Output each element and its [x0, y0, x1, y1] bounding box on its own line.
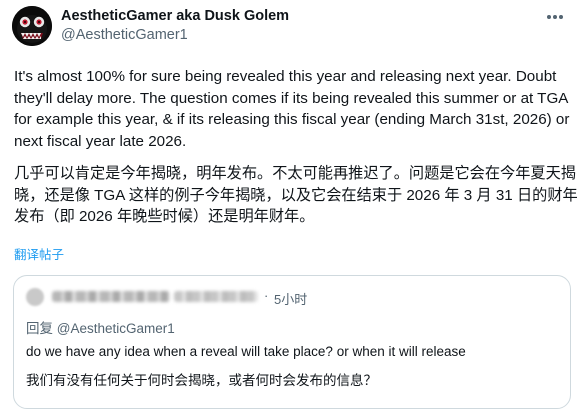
quoted-handle-blurred — [174, 291, 258, 302]
author-avatar[interactable] — [12, 6, 52, 46]
more-options-icon[interactable] — [542, 8, 568, 26]
quoted-timestamp[interactable]: 5小时 — [274, 289, 307, 308]
quoted-reply-card[interactable]: · 5小时 回复 @AestheticGamer1 do we have any… — [13, 275, 571, 409]
tweet-card: AestheticGamer aka Dusk Golem @Aesthetic… — [0, 0, 584, 413]
author-name[interactable]: AestheticGamer aka Dusk Golem — [61, 8, 289, 24]
post-text-chinese: 几乎可以肯定是今年揭晓，明年发布。不太可能再推迟了。问题是它会在今年夏天揭晓，还… — [14, 165, 578, 226]
quoted-name-blurred — [52, 291, 170, 302]
quoted-avatar-blurred — [26, 288, 44, 306]
author-handle[interactable]: @AestheticGamer1 — [61, 27, 188, 43]
quoted-reply-line: 回复 @AestheticGamer1 — [26, 317, 175, 337]
reply-prefix: 回复 — [26, 321, 53, 336]
more-horizontal-icon — [547, 15, 563, 19]
post-text-english: It's almost 100% for sure being revealed… — [14, 68, 570, 150]
reply-mention[interactable]: @AestheticGamer1 — [57, 321, 175, 336]
quoted-text-chinese: 我们有没有任何关于何时会揭晓，或者何时会发布的信息？ — [26, 373, 377, 388]
demon-face-avatar-icon — [12, 6, 52, 46]
quoted-text-english: do we have any idea when a reveal will t… — [26, 344, 466, 359]
quoted-separator: · — [264, 288, 269, 303]
translate-post-link[interactable]: 翻译帖子 — [14, 244, 64, 263]
